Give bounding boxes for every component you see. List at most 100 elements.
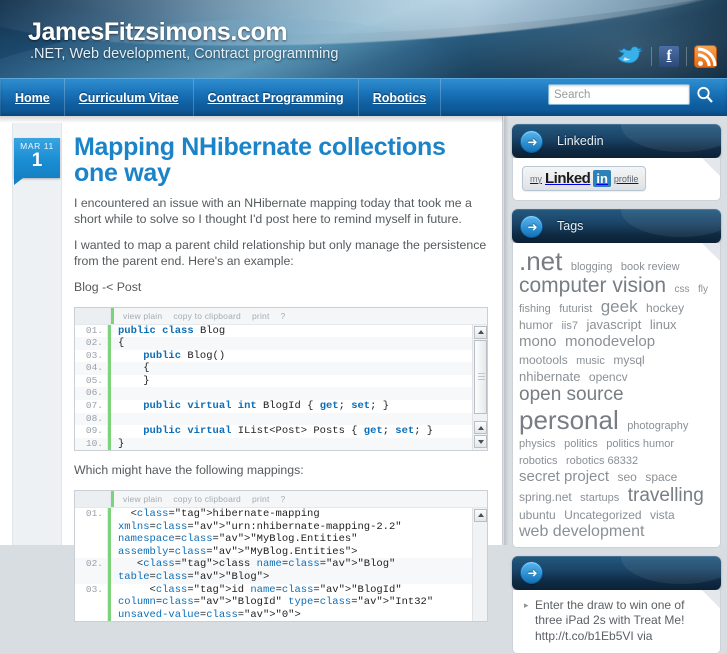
tag-link[interactable]: iis7: [561, 320, 578, 332]
code-help-link[interactable]: ?: [281, 311, 286, 321]
tag-link[interactable]: robotics 68332: [566, 455, 638, 467]
tag-link[interactable]: javascript: [586, 317, 641, 332]
code-toolbar-links: view plain copy to clipboard print ?: [114, 311, 285, 321]
code-line: 01. <class="tag">hibernate-mapping xmlns…: [75, 507, 487, 559]
code-line: 05. }: [75, 374, 487, 388]
nav-item-contract-programming[interactable]: Contract Programming: [194, 79, 359, 116]
code-line-text: public class Blog: [118, 324, 226, 337]
code-scroll-up-button[interactable]: [474, 325, 487, 339]
tag-link[interactable]: Uncategorized: [564, 508, 641, 522]
code-line: 06.: [75, 387, 487, 401]
code-scrollbar-2[interactable]: [472, 507, 487, 622]
main-top-shadow: [0, 116, 503, 123]
code-line-number: 03.: [75, 349, 108, 363]
code-line-number: 04.: [75, 362, 108, 375]
linkedin-widget-title: Linkedin: [557, 134, 604, 148]
tag-link[interactable]: fly: [698, 284, 708, 295]
tag-link[interactable]: seo: [618, 470, 637, 484]
code-line: 08.: [75, 412, 487, 426]
social-links: f: [614, 44, 717, 68]
linkedin-widget-body: my Linked in profile: [512, 158, 721, 201]
tag-link[interactable]: startups: [580, 492, 619, 504]
code-scroll-up-button-3[interactable]: [474, 508, 487, 522]
linkedin-profile-badge[interactable]: my Linked in profile: [522, 166, 647, 191]
tag-link[interactable]: book review: [621, 261, 680, 273]
code-copy-to-clipboard-link-2[interactable]: copy to clipboard: [173, 494, 241, 504]
tags-widget-header: Tags: [512, 209, 721, 243]
arrow-right-icon: [520, 129, 544, 154]
code-line-number: 10.: [75, 437, 108, 451]
tag-link[interactable]: mysql: [613, 353, 644, 367]
tag-link[interactable]: open source: [519, 384, 624, 405]
code-toolbar-gutter: [75, 307, 111, 324]
tag-link[interactable]: computer vision: [519, 274, 666, 297]
tweet-text: Enter the draw to win one of three iPad …: [535, 597, 685, 643]
facebook-icon[interactable]: f: [659, 45, 679, 67]
code-print-link[interactable]: print: [252, 311, 270, 321]
linkedin-widget-header: Linkedin: [512, 124, 721, 158]
site-header: JamesFitzsimons.com .NET, Web developmen…: [0, 0, 727, 78]
tag-link[interactable]: travelling: [628, 485, 704, 506]
twitter-icon[interactable]: [614, 44, 644, 68]
tag-link[interactable]: nhibernate: [519, 369, 580, 384]
tag-link[interactable]: humor: [519, 318, 553, 332]
nav-item-robotics[interactable]: Robotics: [359, 79, 442, 116]
code-line-number: 02.: [75, 337, 108, 350]
twitter-widget-body: Enter the draw to win one of three iPad …: [512, 589, 721, 654]
tag-link[interactable]: blogging: [571, 261, 613, 273]
code-toolbar-links-2: view plain copy to clipboard print ?: [114, 494, 285, 504]
tag-link[interactable]: futurist: [559, 303, 592, 315]
tag-link[interactable]: politics humor: [606, 438, 674, 450]
tag-link[interactable]: mono: [519, 333, 557, 350]
tag-link[interactable]: ubuntu: [519, 508, 556, 522]
code-scrollbar[interactable]: [472, 324, 487, 451]
rss-icon[interactable]: [694, 44, 717, 68]
tag-link[interactable]: vista: [650, 508, 675, 522]
code-help-link-2[interactable]: ?: [281, 494, 286, 504]
tag-link[interactable]: secret project: [519, 468, 609, 485]
tag-link[interactable]: geek: [601, 297, 638, 316]
post-paragraph-2: I wanted to map a parent child relations…: [74, 238, 487, 268]
scroll-grip-icon: [478, 372, 485, 382]
tag-link[interactable]: robotics: [519, 455, 558, 467]
code-line-number: 05.: [75, 374, 108, 388]
tag-link[interactable]: monodevelop: [565, 333, 655, 350]
nav-item-home[interactable]: Home: [0, 79, 65, 116]
code-line-text: <class="tag">class name=class="av">"Blog…: [118, 558, 402, 583]
code-scroll-thumb[interactable]: [474, 339, 487, 414]
search-icon[interactable]: [695, 85, 715, 105]
tag-link[interactable]: physics: [519, 438, 556, 450]
tag-link[interactable]: fishing: [519, 303, 551, 315]
code-line-text: [111, 387, 124, 400]
code-copy-to-clipboard-link[interactable]: copy to clipboard: [173, 311, 241, 321]
tag-link[interactable]: politics: [564, 438, 598, 450]
tag-link[interactable]: linux: [650, 317, 677, 332]
post-gutter: [12, 123, 62, 545]
code-line: 09. public virtual IList<Post> Posts { g…: [75, 425, 487, 438]
post-interstitial-text: Which might have the following mappings:: [74, 463, 304, 478]
linkedin-badge-my: my: [530, 173, 542, 184]
tag-link[interactable]: css: [675, 284, 690, 295]
code-view-plain-link-2[interactable]: view plain: [123, 494, 162, 504]
code-scroll-down-button[interactable]: [474, 435, 487, 449]
tag-link[interactable]: web development: [519, 523, 644, 540]
tag-link[interactable]: personal: [519, 405, 619, 435]
code-view-plain-link[interactable]: view plain: [123, 311, 162, 321]
tag-link[interactable]: photography: [627, 420, 688, 432]
code-print-link-2[interactable]: print: [252, 494, 270, 504]
tag-link[interactable]: hockey: [646, 301, 684, 315]
tag-link[interactable]: mootools: [519, 353, 568, 367]
code-line-text: [111, 413, 124, 426]
tag-link[interactable]: music: [576, 355, 605, 367]
twitter-widget: Enter the draw to win one of three iPad …: [512, 555, 721, 654]
nav-item-curriculum-vitae[interactable]: Curriculum Vitae: [65, 79, 194, 116]
search-input[interactable]: [548, 84, 690, 105]
code-block-csharp: view plain copy to clipboard print ? 01.…: [74, 306, 488, 452]
tag-link[interactable]: .net: [519, 246, 562, 276]
tag-link[interactable]: opencv: [589, 370, 628, 384]
code-scroll-up-button-2[interactable]: [474, 421, 487, 435]
tag-link[interactable]: spring.net: [519, 490, 572, 504]
tag-link[interactable]: space: [645, 470, 677, 484]
chevron-up-icon: [477, 513, 484, 518]
sidebar-shadow: [504, 116, 509, 545]
